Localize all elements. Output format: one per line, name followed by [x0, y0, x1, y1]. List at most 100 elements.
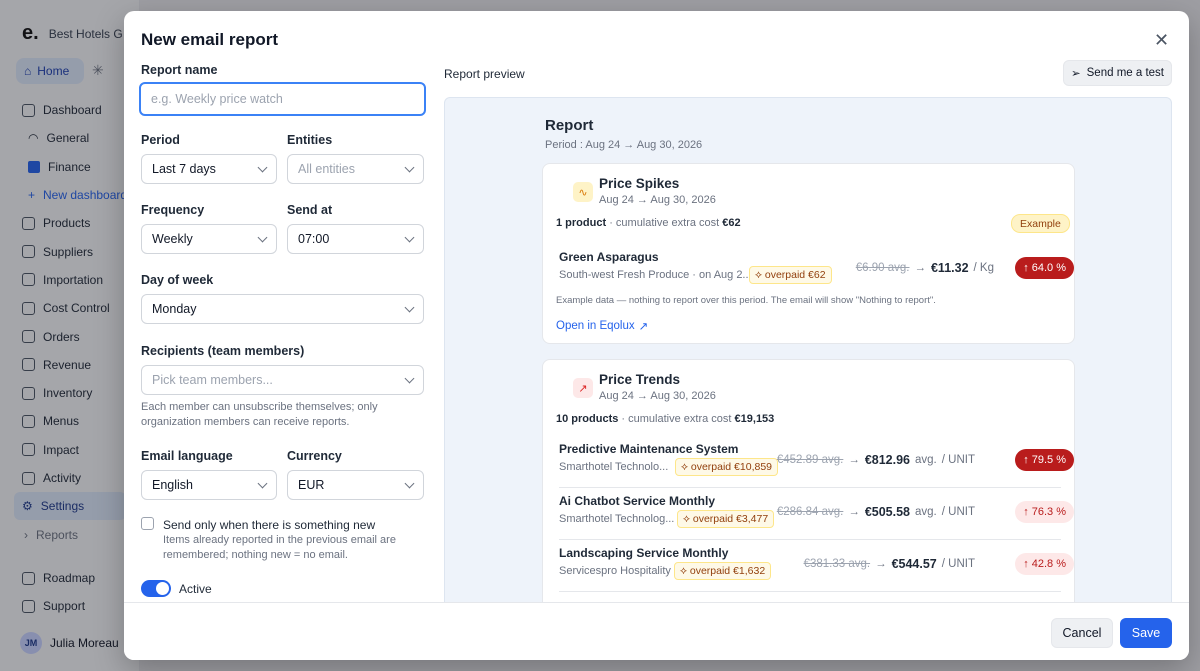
pulse-icon: ∿: [573, 182, 593, 202]
chevron-down-icon: [257, 478, 268, 488]
chevron-down-icon: [404, 478, 415, 488]
new-price: €812.96: [864, 453, 911, 467]
new-price: €544.57: [891, 557, 937, 571]
send-only-new-checkbox[interactable]: [141, 517, 154, 530]
chevron-down-icon: [404, 162, 415, 172]
supplier-name: Smarthotel Technolog...: [559, 513, 675, 525]
supplier-name: South-west Fresh Produce · on Aug 2...: [559, 269, 752, 281]
percent-badge: ↑ 64.0 %: [1015, 257, 1074, 279]
recipients-select[interactable]: Pick team members...: [141, 365, 424, 395]
price-unit: / UNIT: [941, 454, 975, 466]
arrow-right-icon: →: [875, 558, 887, 570]
report-preview-label: Report preview: [444, 67, 525, 81]
product-name: Green Asparagus: [559, 250, 659, 264]
report-name-label: Report name: [141, 63, 218, 77]
open-link-label: Open in Eqolux: [556, 320, 635, 332]
price-spikes-card: ∿ Price Spikes Aug 24 → Aug 30, 2026 1 p…: [542, 163, 1075, 344]
active-label: Active: [179, 582, 212, 596]
example-note: Example data — nothing to report over th…: [556, 295, 936, 306]
overpaid-badge: ⟡ overpaid €1,632: [674, 562, 772, 580]
old-price: €6.90 avg.: [855, 262, 910, 274]
table-row: Green Asparagus South-west Fresh Produce…: [559, 244, 1074, 296]
period-label: Period: [141, 133, 180, 147]
report-preview-panel[interactable]: Report Period : Aug 24 → Aug 30, 2026 ∿ …: [444, 97, 1172, 617]
product-name: Predictive Maintenance System: [559, 442, 739, 456]
external-link-icon: ↗: [638, 321, 649, 333]
email-language-value: English: [152, 478, 193, 492]
day-of-week-value: Monday: [152, 302, 197, 316]
report-name-field[interactable]: [139, 82, 426, 116]
currency-select[interactable]: EUR: [287, 470, 424, 500]
frequency-select[interactable]: Weekly: [141, 224, 277, 254]
send-only-new-hint-line: remembered; nothing new = no email.: [163, 549, 348, 561]
percent-badge: ↑ 76.3 %: [1015, 501, 1074, 523]
table-row: Landscaping Service Monthly Servicespro …: [559, 540, 1074, 592]
summary-label: · cumulative extra cost: [621, 413, 732, 425]
table-row: Ai Chatbot Service Monthly Smarthotel Te…: [559, 488, 1074, 540]
send-only-new-label: Send only when there is something new: [163, 518, 376, 532]
product-name: Landscaping Service Monthly: [559, 546, 729, 560]
supplier-name: Servicespro Hospitality: [559, 565, 671, 577]
price-unit: / UNIT: [941, 506, 975, 518]
overpaid-badge: ⟡ overpaid €62: [749, 266, 832, 284]
example-badge: Example: [1011, 214, 1070, 233]
day-of-week-label: Day of week: [141, 273, 214, 287]
summary-count: 10 products: [556, 413, 619, 425]
trend-up-icon: ↗: [573, 378, 593, 398]
card-title: Price Spikes: [599, 176, 680, 191]
day-of-week-select[interactable]: Monday: [141, 294, 424, 324]
send-test-label: Send me a test: [1086, 67, 1164, 79]
active-toggle[interactable]: [141, 580, 171, 597]
recipients-label: Recipients (team members): [141, 344, 305, 358]
cancel-button[interactable]: Cancel: [1051, 618, 1113, 648]
recipients-hint-line: organization members can receive reports…: [141, 416, 350, 428]
overpaid-badge: ⟡ overpaid €10,859: [675, 458, 779, 476]
send-at-select[interactable]: 07:00: [287, 224, 424, 254]
price-change: €381.33 avg. → €544.57 / UNIT: [804, 557, 975, 571]
price-unit: / Kg: [973, 262, 994, 274]
card-summary: 10 products · cumulative extra cost €19,…: [556, 413, 774, 425]
send-at-value: 07:00: [298, 232, 330, 246]
arrow-right-icon: →: [914, 262, 926, 274]
currency-value: EUR: [298, 478, 325, 492]
open-in-app-link[interactable]: Open in Eqolux ↗: [556, 319, 648, 333]
new-price: €11.32: [930, 261, 969, 275]
frequency-label: Frequency: [141, 203, 205, 217]
arrow-right-icon: →: [848, 454, 860, 466]
email-language-label: Email language: [141, 449, 233, 463]
avg-label: avg.: [915, 454, 937, 466]
supplier-name: Smarthotel Technolo...: [559, 461, 669, 473]
send-only-new-hint: Items already reported in the previous e…: [163, 533, 396, 563]
arrow-right-icon: →: [848, 506, 860, 518]
email-language-select[interactable]: English: [141, 470, 277, 500]
dialog-title: New email report: [141, 30, 278, 49]
card-dates: Aug 24 → Aug 30, 2026: [599, 390, 716, 402]
summary-label: · cumulative extra cost: [609, 217, 720, 229]
save-button[interactable]: Save: [1120, 618, 1172, 648]
new-email-report-dialog: New email report ✕ Report name Period La…: [124, 11, 1189, 660]
price-change: €286.84 avg. → €505.58 avg. / UNIT: [777, 505, 975, 519]
entities-label: Entities: [287, 133, 333, 147]
frequency-value: Weekly: [152, 232, 193, 246]
new-price: €505.58: [864, 505, 911, 519]
chevron-down-icon: [404, 373, 415, 383]
report-name-input[interactable]: [151, 92, 414, 106]
chevron-down-icon: [404, 302, 415, 312]
recipients-hint-line: Each member can unsubscribe themselves; …: [141, 401, 378, 413]
avg-label: avg.: [915, 506, 937, 518]
chevron-down-icon: [257, 232, 268, 242]
dialog-footer: Cancel Save: [124, 602, 1189, 660]
report-title: Report: [545, 117, 594, 134]
entities-select[interactable]: All entities: [287, 154, 424, 184]
old-price: €452.89 avg.: [776, 454, 844, 466]
send-test-button[interactable]: ➢ Send me a test: [1063, 60, 1172, 86]
summary-count: 1 product: [556, 217, 607, 229]
period-select[interactable]: Last 7 days: [141, 154, 277, 184]
percent-badge: ↑ 79.5 %: [1015, 449, 1074, 471]
recipients-placeholder: Pick team members...: [152, 373, 273, 387]
entities-placeholder: All entities: [298, 162, 355, 176]
chevron-down-icon: [404, 232, 415, 242]
close-icon[interactable]: ✕: [1154, 31, 1169, 49]
old-price: €381.33 avg.: [803, 558, 871, 570]
send-at-label: Send at: [287, 203, 333, 217]
